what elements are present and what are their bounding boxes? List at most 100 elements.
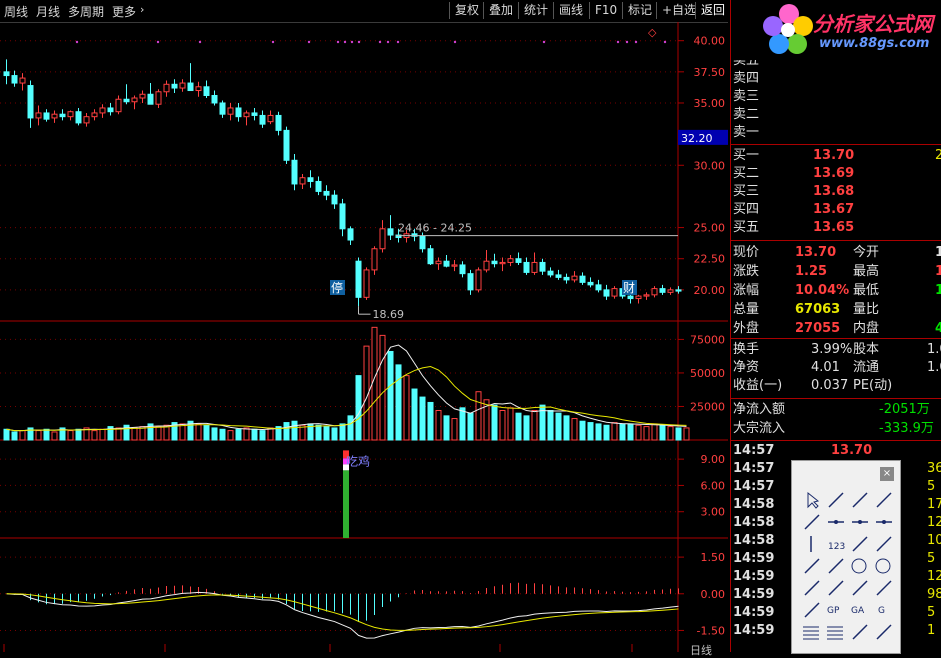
volume-bar — [291, 420, 298, 441]
volume-bar — [667, 426, 674, 441]
candle-body — [547, 270, 554, 276]
candle-body — [347, 228, 354, 241]
volume-tick-label: 50000 — [690, 367, 725, 380]
horizontal-ray-icon[interactable] — [852, 520, 868, 524]
candle-body — [75, 111, 82, 124]
tool-shape — [876, 624, 892, 640]
tool-shape — [804, 580, 820, 596]
line-icon[interactable] — [828, 492, 844, 508]
volume-bar — [403, 375, 410, 441]
volume-bar — [211, 427, 218, 441]
event-marker — [453, 40, 457, 44]
overlay-button[interactable]: 叠加 — [483, 2, 518, 19]
tab-weekly[interactable]: 周线 — [4, 3, 28, 20]
wave-number-icon[interactable]: 123 — [828, 542, 845, 552]
candle-body — [299, 177, 306, 185]
volume-bar — [515, 412, 522, 441]
chart-grid — [0, 22, 728, 652]
stat-label: 现价 — [733, 245, 760, 260]
fundamental-value: 4.01 — [811, 360, 840, 375]
zigzag-icon[interactable] — [852, 580, 868, 596]
volume-bar — [611, 422, 618, 441]
event-marker — [634, 40, 638, 44]
dotted-line-icon[interactable] — [876, 520, 892, 524]
parallel-lines-icon[interactable] — [852, 536, 868, 552]
ellipse-icon[interactable] — [875, 558, 891, 574]
buy-3-label: 买三 — [733, 184, 760, 199]
triangle-icon[interactable] — [804, 602, 820, 618]
stat-label: 外盘 — [733, 321, 760, 336]
gp-icon[interactable]: GP — [827, 606, 840, 616]
circle-icon[interactable] — [851, 558, 867, 574]
statistics-button[interactable]: 统计 — [518, 2, 553, 19]
candle-body — [483, 260, 490, 271]
stat-label: 涨幅 — [733, 283, 760, 298]
candle-body — [251, 112, 258, 116]
tab-monthly[interactable]: 月线 — [36, 3, 60, 20]
volume-ma5-line — [6, 344, 687, 432]
fib-lines-icon[interactable] — [803, 626, 819, 640]
candle-body — [507, 258, 514, 263]
draw-line-button[interactable]: 画线 — [553, 2, 588, 19]
chevron-right-icon[interactable]: › — [140, 3, 144, 16]
channel-icon[interactable] — [876, 536, 892, 552]
v-pattern-icon[interactable] — [876, 580, 892, 596]
candle-body — [635, 295, 642, 300]
tick-volume: 1 — [927, 623, 936, 638]
w-pattern-icon[interactable] — [804, 580, 820, 596]
tab-multi-period[interactable]: 多周期 — [68, 3, 104, 20]
tool-shape — [876, 536, 892, 552]
tick-volume: 5 — [927, 551, 936, 566]
stat-label: 涨跌 — [733, 264, 760, 279]
y-axis: 40.00 37.50 35.00 30.00 25.00 22.50 20.00 32.20… — [678, 35, 728, 637]
horizontal-line-icon[interactable] — [828, 520, 844, 524]
drawing-tools-palette[interactable]: × 123 GP GA G — [791, 460, 901, 654]
candle-body — [115, 98, 122, 113]
segment-icon[interactable] — [804, 514, 820, 530]
arrow-cursor-icon[interactable] — [807, 491, 820, 509]
event-marker — [350, 40, 354, 44]
indicator-tick-label: 3.00 — [701, 506, 726, 519]
volume-bar — [67, 430, 74, 441]
candle-body — [611, 288, 618, 297]
curve-icon[interactable] — [804, 558, 820, 574]
price-tick-label: 35.00 — [694, 97, 726, 110]
drawing-tools[interactable]: 123 GP GA G — [792, 461, 900, 653]
arrow-line-icon[interactable] — [876, 492, 892, 508]
tick-time: 14:59 — [733, 623, 775, 638]
ga-icon[interactable]: GA — [851, 606, 865, 616]
restore-rights-button[interactable]: 复权 — [449, 2, 484, 19]
price-tick-label: 40.00 — [694, 35, 726, 48]
event-marker — [625, 40, 629, 44]
tool-shape — [875, 558, 891, 574]
mark-button[interactable]: 标记 — [622, 2, 657, 19]
ray-icon[interactable] — [852, 492, 868, 508]
buy-5-price: 13.65 — [813, 220, 855, 235]
back-button[interactable]: 返回 — [695, 2, 730, 19]
candle-body — [43, 112, 50, 120]
candle-body — [339, 203, 346, 230]
volume-bar — [491, 404, 498, 441]
spiral-icon[interactable] — [828, 580, 844, 596]
gann-lines-icon[interactable] — [827, 626, 843, 640]
stock-chart[interactable]: 40.00 37.50 35.00 30.00 25.00 22.50 20.00 32.20… — [0, 22, 728, 652]
fan-icon[interactable] — [852, 624, 868, 640]
tick-time: 14:58 — [733, 533, 775, 548]
stat-label: 内盘 — [853, 321, 880, 336]
arc-icon[interactable] — [828, 558, 844, 574]
tool-shape — [834, 520, 838, 524]
volume-bar — [619, 423, 626, 441]
candle-body — [427, 248, 434, 265]
stat-value: 1 — [935, 245, 941, 260]
tab-more[interactable]: 更多 — [112, 3, 136, 20]
wedge-icon[interactable] — [876, 624, 892, 640]
candle-body — [155, 91, 162, 105]
event-marker — [343, 40, 347, 44]
candle-body — [123, 98, 130, 103]
volume-bar — [251, 428, 258, 441]
candle-body — [227, 107, 234, 115]
f10-button[interactable]: F10 — [589, 2, 622, 19]
g-icon[interactable]: G — [878, 606, 885, 616]
fundamental-label: 股本 — [853, 342, 880, 357]
price-tick-label: 22.50 — [694, 253, 726, 266]
